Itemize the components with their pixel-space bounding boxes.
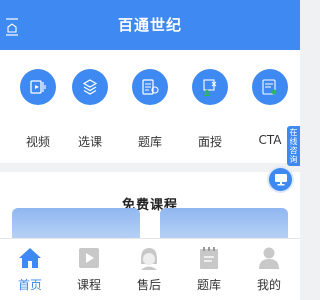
video-icon: [20, 69, 56, 105]
page-title: 百通世纪: [117, 16, 182, 34]
tab-label: 售后: [136, 278, 161, 292]
category-label: 面授: [197, 135, 222, 149]
classroom-icon: [192, 69, 228, 105]
tab-after-sales[interactable]: 售后: [124, 246, 174, 293]
floating-monitor-button[interactable]: [267, 166, 294, 193]
category-question-bank[interactable]: 题库: [128, 69, 172, 150]
app-header: 百通世纪: [0, 0, 300, 50]
category-label: 视频: [25, 135, 50, 149]
category-grid: 视频 选课 题库 面授 CTA: [0, 50, 300, 163]
tab-label: 首页: [17, 278, 42, 292]
category-cta[interactable]: CTA: [248, 69, 292, 147]
tab-question-bank[interactable]: 题库: [184, 246, 234, 293]
category-courses[interactable]: 选课: [68, 69, 112, 150]
tab-label: 课程: [76, 278, 101, 292]
tab-profile[interactable]: 我的: [244, 246, 294, 293]
stack-icon: [72, 69, 108, 105]
bottom-tab-bar: 首页 课程 售后 题库 我的: [0, 238, 300, 300]
tab-home[interactable]: 首页: [5, 246, 55, 293]
notepad-icon: [200, 247, 218, 269]
play-icon: [79, 248, 99, 268]
category-label: CTA: [258, 133, 282, 147]
document-icon: [132, 69, 168, 105]
tab-courses[interactable]: 课程: [64, 246, 114, 293]
person-icon: [259, 247, 279, 269]
category-in-person[interactable]: 面授: [188, 69, 232, 150]
online-consult-tab[interactable]: 在线咨询: [287, 126, 300, 166]
category-label: 题库: [137, 135, 162, 149]
category-label: 选课: [77, 135, 102, 149]
tab-label: 我的: [256, 278, 281, 292]
home-icon: [19, 248, 41, 268]
monitor-icon: [275, 174, 287, 186]
exam-icon: [252, 69, 288, 105]
category-video[interactable]: 视频: [16, 69, 60, 150]
support-agent-icon: [141, 248, 157, 270]
tab-label: 题库: [196, 278, 221, 292]
